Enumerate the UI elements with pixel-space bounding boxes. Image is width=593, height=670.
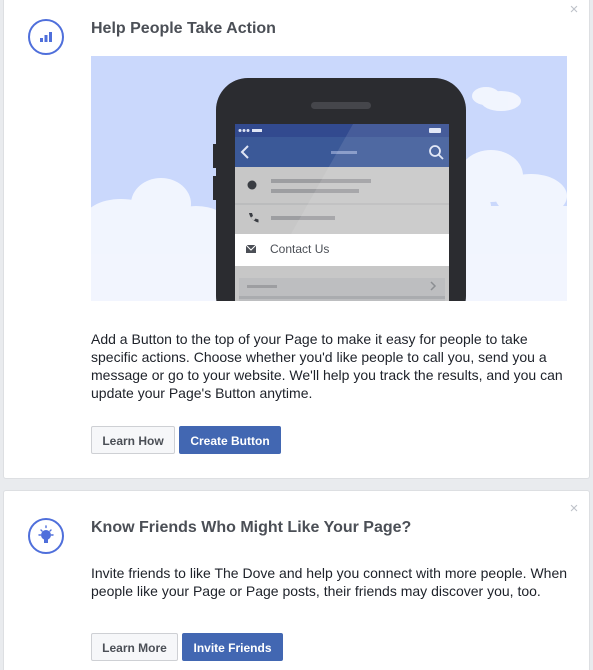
learn-more-button[interactable]: Learn More xyxy=(91,633,178,661)
create-button-button[interactable]: Create Button xyxy=(179,426,281,454)
help-people-take-action-card: × Help People Take Action Contact Us Add… xyxy=(3,0,590,479)
close-icon[interactable]: × xyxy=(567,2,581,17)
card-title: Know Friends Who Might Like Your Page? xyxy=(91,519,412,536)
know-friends-card: × Know Friends Who Might Like Your Page?… xyxy=(3,490,590,670)
learn-how-button[interactable]: Learn How xyxy=(91,426,175,454)
invite-friends-button[interactable]: Invite Friends xyxy=(182,633,283,661)
contact-us-label: Contact Us xyxy=(270,242,330,256)
bar-chart-icon xyxy=(28,19,64,55)
card-description: Add a Button to the top of your Page to … xyxy=(91,331,563,401)
card-title: Help People Take Action xyxy=(91,20,276,37)
card-description: Invite friends to like The Dove and help… xyxy=(91,565,568,599)
lightbulb-icon xyxy=(28,518,64,554)
phone-illustration: Contact Us xyxy=(91,56,567,301)
close-icon[interactable]: × xyxy=(567,501,581,516)
